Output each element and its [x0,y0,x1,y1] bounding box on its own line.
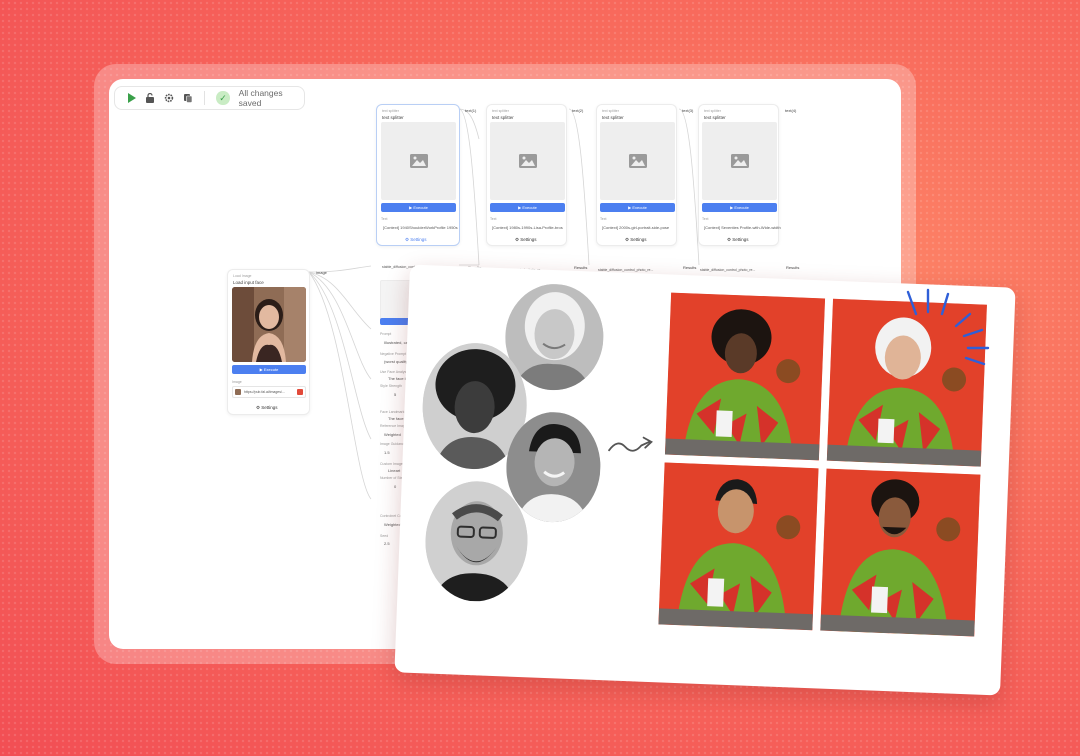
node-subtitle: text splitter [382,109,399,113]
prompt-text[interactable]: [Context] 1940ShoulderWorkProfile 1950s [383,225,458,230]
image-placeholder [381,122,456,200]
node-subtitle: Load Image [233,274,252,278]
delete-icon[interactable] [297,389,303,395]
results-port[interactable]: Results [683,265,696,270]
input-face-photo [232,287,306,362]
field-label: Custom Image [380,462,403,466]
settings-link[interactable]: ⚙ Settings [256,405,278,411]
text-field-label: Text [381,217,388,221]
editor-toolbar: ✓ All changes saved [114,86,305,110]
check-icon: ✓ [216,91,230,105]
image-placeholder [600,122,675,200]
node-title: text splitter [492,115,514,120]
text-out-port[interactable]: text(3) [682,108,693,113]
sparkle-lines-icon [906,288,990,366]
young-man-afro-result [664,292,826,461]
execute-button[interactable]: ▶ Execute [232,365,306,374]
field-label: Seed [380,534,389,538]
image-out-port[interactable]: image [316,270,327,275]
copy-icon[interactable] [183,93,193,103]
field-value[interactable]: 0 [394,484,396,489]
field-label: Negative Prompt [380,352,407,356]
image-field-label: Image [232,380,242,384]
field-value[interactable]: Weighted [384,432,401,437]
results-port[interactable]: Results [574,265,587,270]
prompt-text[interactable]: [Context] 1980s-1990s-Lisa-Profile-bros [492,225,563,230]
image-placeholder [490,122,565,200]
text-splitter-node-3[interactable]: text splitter text splitter ▶ Execute Te… [596,104,677,246]
load-image-node[interactable]: Load Image Load input face ▶ Execute Ima… [227,269,310,415]
field-value[interactable]: 2.5 [384,541,390,546]
image-icon [518,154,537,168]
node-subtitle: text splitter [492,109,509,113]
field-label: Prompt [380,332,392,336]
results-port[interactable]: Results [786,265,799,270]
save-status: All changes saved [238,88,283,108]
node-title: Load input face [233,280,264,285]
asian-man-result [658,462,819,631]
image-url-input[interactable]: https://pub.fal.ai/images/... [232,386,306,398]
node-title: text splitter [382,115,404,120]
field-value[interactable]: 1.5 [384,450,390,455]
field-value[interactable]: Lineart [388,468,400,473]
node-subtitle: text splitter [704,109,721,113]
thumbnail-icon [235,389,241,395]
field-value[interactable]: The face [388,416,404,421]
unlock-icon[interactable] [145,93,155,103]
play-icon[interactable] [127,93,137,103]
image-icon [730,154,749,168]
prompt-text[interactable]: [Context] 2000s-girl-portrait-side-pose [602,225,669,230]
execute-button[interactable]: ▶ Execute [490,203,565,212]
settings-link[interactable]: ⚙ Settings [727,237,749,243]
image-icon [628,154,647,168]
field-label: Style Strength [380,384,402,388]
bearded-man-result [820,468,981,637]
squiggle-arrow-icon [608,436,653,452]
field-value[interactable]: 5 [394,392,396,397]
image-icon [409,154,428,168]
execute-button[interactable]: ▶ Execute [600,203,675,212]
execute-button[interactable]: ▶ Execute [702,203,777,212]
settings-link[interactable]: ⚙ Settings [405,237,427,243]
execute-button[interactable]: ▶ Execute [381,203,456,212]
node-title: text splitter [602,115,624,120]
text-splitter-node-4[interactable]: text splitter text splitter ▶ Execute Te… [698,104,781,246]
text-field-label: Text [702,217,709,221]
settings-link[interactable]: ⚙ Settings [515,237,537,243]
text-out-port[interactable]: text(4) [785,108,796,113]
field-value[interactable]: Weighted [384,522,401,527]
gear-icon[interactable] [164,93,174,103]
text-splitter-node-2[interactable]: text splitter text splitter ▶ Execute Te… [486,104,567,246]
settings-link[interactable]: ⚙ Settings [625,237,647,243]
node-title: text splitter [704,115,726,120]
text-splitter-node-1[interactable]: text splitter text splitter ▶ Execute Te… [376,104,460,246]
diffusion-header: stable_diffusion_control_photo_re... [700,268,756,272]
prompt-text[interactable]: [Context] Seventies Profile-with-Wide-wi… [704,225,781,230]
text-field-label: Text [600,217,607,221]
toolbar-divider [204,91,206,105]
field-label: Use Face Analysis [380,370,409,374]
image-placeholder [702,122,777,200]
node-subtitle: text splitter [602,109,619,113]
text-field-label: Text [490,217,497,221]
text-out-port[interactable]: text(2) [572,108,583,113]
text-out-port[interactable]: text(1) [465,108,476,113]
